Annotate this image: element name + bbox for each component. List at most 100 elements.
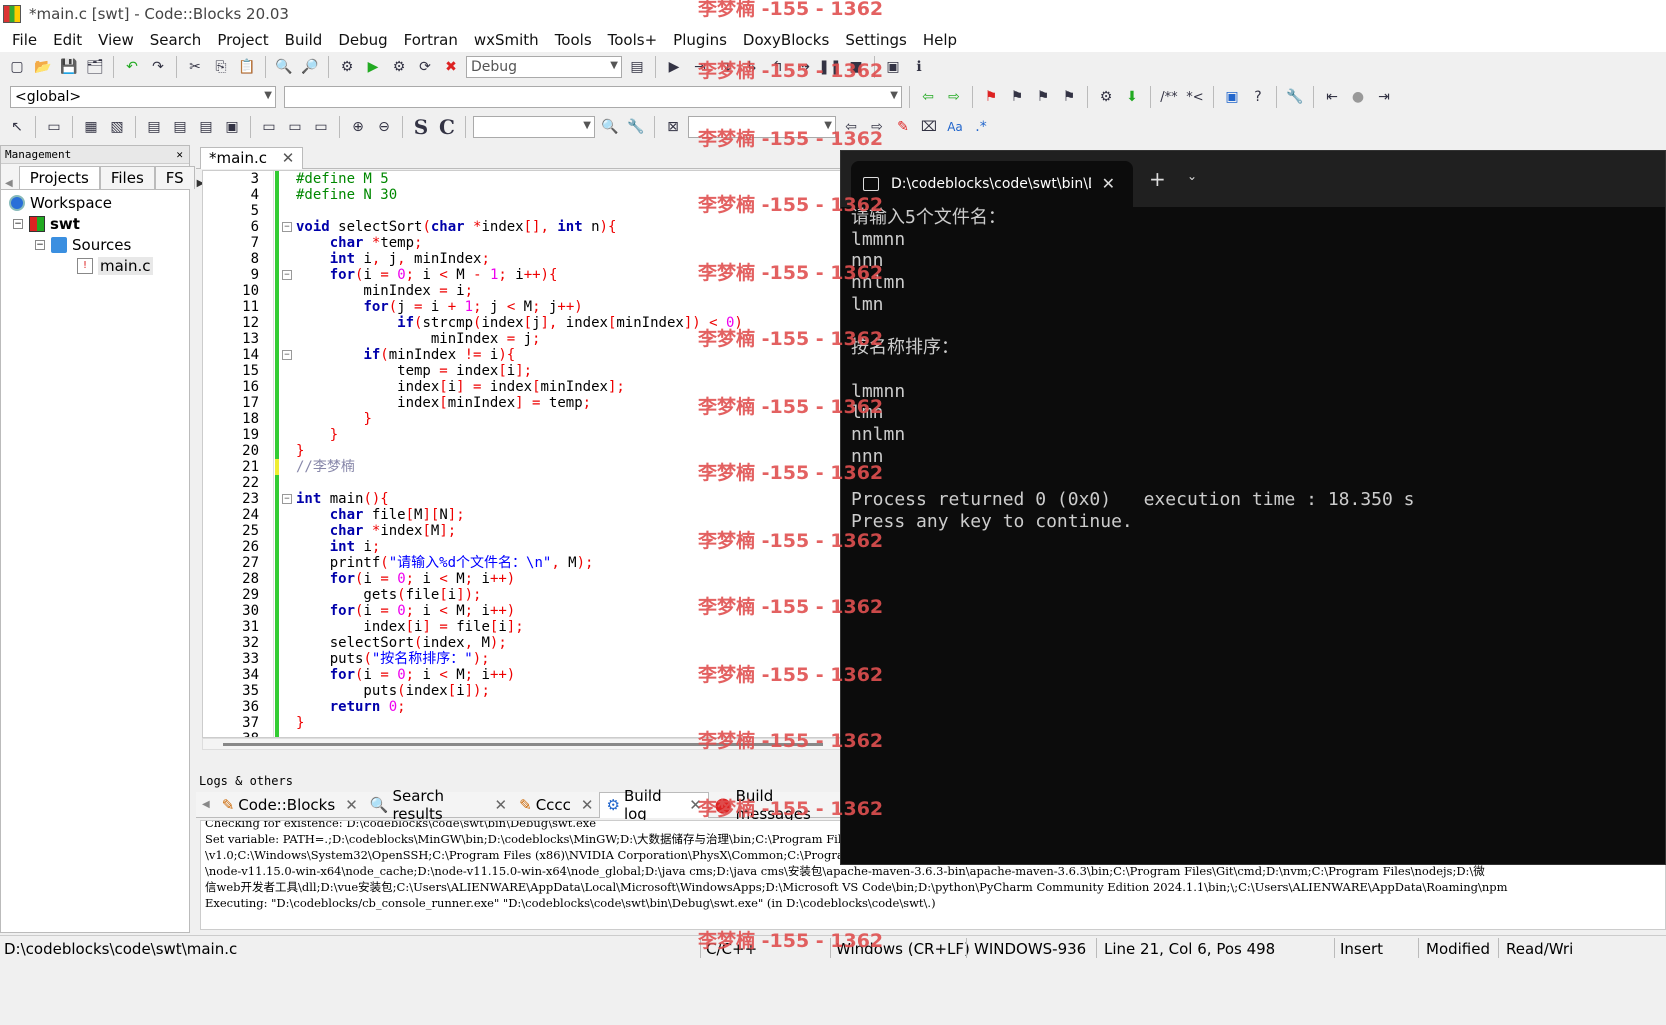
html-docs-icon[interactable]: ▣ (1221, 86, 1243, 108)
undo-icon[interactable]: ↶ (121, 56, 143, 78)
close-icon[interactable]: ✕ (282, 149, 295, 167)
tree-folder[interactable]: − Sources (9, 234, 189, 255)
tree-workspace[interactable]: Workspace (9, 192, 189, 213)
zoom-in-icon[interactable]: ⊕ (347, 116, 369, 138)
find-icon[interactable]: 🔍 (273, 56, 295, 78)
match-case-icon[interactable]: Aa (944, 116, 966, 138)
close-icon[interactable]: ✕ (581, 796, 594, 814)
jump-back-icon[interactable]: ⇦ (917, 86, 939, 108)
build-gear-icon[interactable]: ⚙ (336, 56, 358, 78)
record-icon[interactable]: ● (1347, 86, 1369, 108)
selection-only-icon[interactable]: ⌧ (918, 116, 940, 138)
menu-tools-plus[interactable]: Tools+ (600, 31, 666, 49)
highlight-icon[interactable]: ✎ (892, 116, 914, 138)
collapse-icon[interactable]: − (35, 239, 45, 250)
tab-scroll-left-icon[interactable]: ◀ (196, 799, 216, 810)
dialog-icon[interactable]: ▦ (80, 116, 102, 138)
menu-view[interactable]: View (90, 31, 142, 49)
close-icon[interactable]: ✕ (495, 796, 508, 814)
menu-settings[interactable]: Settings (837, 31, 915, 49)
menu-fortran[interactable]: Fortran (396, 31, 466, 49)
sizer-icon[interactable]: ▤ (143, 116, 165, 138)
jump-forward-icon[interactable]: ⇨ (943, 86, 965, 108)
code-line[interactable]: 11 for(j = i + 1; j < M; j++) (203, 299, 851, 315)
tree-file[interactable]: ! main.c (9, 255, 189, 276)
run-icon[interactable]: ▶ (362, 56, 384, 78)
sizer2-icon[interactable]: ▤ (169, 116, 191, 138)
code-line[interactable]: 19 } (203, 427, 851, 443)
symbol-s-button[interactable]: S (410, 115, 432, 139)
code-line[interactable]: 36 return 0; (203, 699, 851, 715)
collapse-icon[interactable]: − (13, 218, 23, 229)
menu-edit[interactable]: Edit (45, 31, 90, 49)
save-all-icon[interactable]: 🗂 (84, 56, 106, 78)
tab-files[interactable]: Files (99, 166, 155, 189)
fold-toggle-icon[interactable]: − (282, 494, 292, 504)
next-bookmark-icon[interactable]: ⚑ (1032, 86, 1054, 108)
chevron-down-icon[interactable]: ⌄ (1187, 169, 1197, 183)
rebuild-icon[interactable]: ⟳ (414, 56, 436, 78)
menu-doxyblocks[interactable]: DoxyBlocks (735, 31, 837, 49)
menu-search[interactable]: Search (142, 31, 210, 49)
search-go-icon[interactable]: 🔍 (599, 116, 621, 138)
new-tab-plus-icon[interactable]: + (1149, 167, 1166, 191)
menu-plugins[interactable]: Plugins (665, 31, 735, 49)
tab-fs[interactable]: FS (154, 166, 195, 189)
redo-icon[interactable]: ↷ (147, 56, 169, 78)
widget-icon[interactable]: ▭ (258, 116, 280, 138)
fold-toggle-icon[interactable]: − (282, 222, 292, 232)
replace-icon[interactable]: 🔎 (299, 56, 321, 78)
symbol-c-button[interactable]: C (436, 115, 458, 139)
code-line[interactable]: 7 char *temp; (203, 235, 851, 251)
pointer-icon[interactable]: ↖ (6, 116, 28, 138)
debug-continue-icon[interactable]: ▶ (663, 56, 685, 78)
close-icon[interactable]: ✕ (176, 146, 183, 164)
menu-build[interactable]: Build (277, 31, 331, 49)
clear-bookmarks-icon[interactable]: ⚑ (1058, 86, 1080, 108)
tab-scroll-left-icon[interactable]: ◀ (5, 178, 13, 189)
zoom-out-icon[interactable]: ⊖ (373, 116, 395, 138)
widget2-icon[interactable]: ▭ (284, 116, 306, 138)
regex-icon[interactable]: .* (970, 116, 992, 138)
tab-main-c[interactable]: *main.c ✕ (200, 147, 304, 169)
clear-search-icon[interactable]: ⊠ (662, 116, 684, 138)
search-combo[interactable]: ▼ (473, 116, 595, 138)
doxy-line-comment-button[interactable]: *< (1184, 86, 1206, 108)
scope-select[interactable]: <global> ▼ (10, 86, 276, 108)
sizer4-icon[interactable]: ▣ (221, 116, 243, 138)
code-editor[interactable]: 3 #define M 5 4 #define N 30 5 6− void selectS… (202, 170, 852, 738)
code-line[interactable]: 31 index[i] = file[i]; (203, 619, 851, 635)
frame-icon[interactable]: ▭ (43, 116, 65, 138)
menu-debug[interactable]: Debug (330, 31, 395, 49)
code-line[interactable]: 27 printf("请输入%d个文件名：\n", M); (203, 555, 851, 571)
cut-icon[interactable]: ✂ (184, 56, 206, 78)
code-line[interactable]: 6 − void selectSort(char *index[], int n){ (203, 219, 851, 235)
new-file-icon[interactable]: ▢ (6, 56, 28, 78)
build-target-select[interactable]: Debug ▼ (466, 56, 622, 78)
code-line[interactable]: 32 selectSort(index, M); (203, 635, 851, 651)
open-file-icon[interactable]: 📂 (32, 56, 54, 78)
doxy-block-comment-button[interactable]: /** (1158, 86, 1180, 108)
tree-project[interactable]: − swt (9, 213, 189, 234)
extract-docs-icon[interactable]: ⬇ (1121, 86, 1143, 108)
info-icon[interactable]: ℹ (908, 56, 930, 78)
tab-search-results[interactable]: 🔍 Search results ✕ (364, 787, 513, 823)
copy-icon[interactable]: ⎘ (210, 56, 232, 78)
chm-help-icon[interactable]: ? (1247, 86, 1269, 108)
menu-wxsmith[interactable]: wxSmith (466, 31, 547, 49)
prev-bookmark-icon[interactable]: ⚑ (1006, 86, 1028, 108)
tab-cccc[interactable]: ✎ Cccc ✕ (513, 792, 599, 818)
terminal-output[interactable]: 请输入5个文件名： lmmnn nnn nnlmn lmn 按名称排序： lmmnn lmn n… (841, 207, 1665, 532)
toggle-bookmark-icon[interactable]: ⚑ (980, 86, 1002, 108)
first-icon[interactable]: ⇤ (1321, 86, 1343, 108)
tab-projects[interactable]: Projects (18, 166, 100, 189)
tab-codeblocks-log[interactable]: ✎ Code::Blocks ✕ (216, 792, 364, 818)
panel-icon[interactable]: ▧ (106, 116, 128, 138)
wrench-icon[interactable]: 🔧 (1284, 86, 1306, 108)
menu-file[interactable]: File (4, 31, 45, 49)
code-line[interactable]: 20} (203, 443, 851, 459)
doxywizard-icon[interactable]: ⚙ (1095, 86, 1117, 108)
menu-project[interactable]: Project (209, 31, 276, 49)
code-line[interactable]: 24 char file[M][N]; (203, 507, 851, 523)
code-line[interactable]: 15 temp = index[i]; (203, 363, 851, 379)
